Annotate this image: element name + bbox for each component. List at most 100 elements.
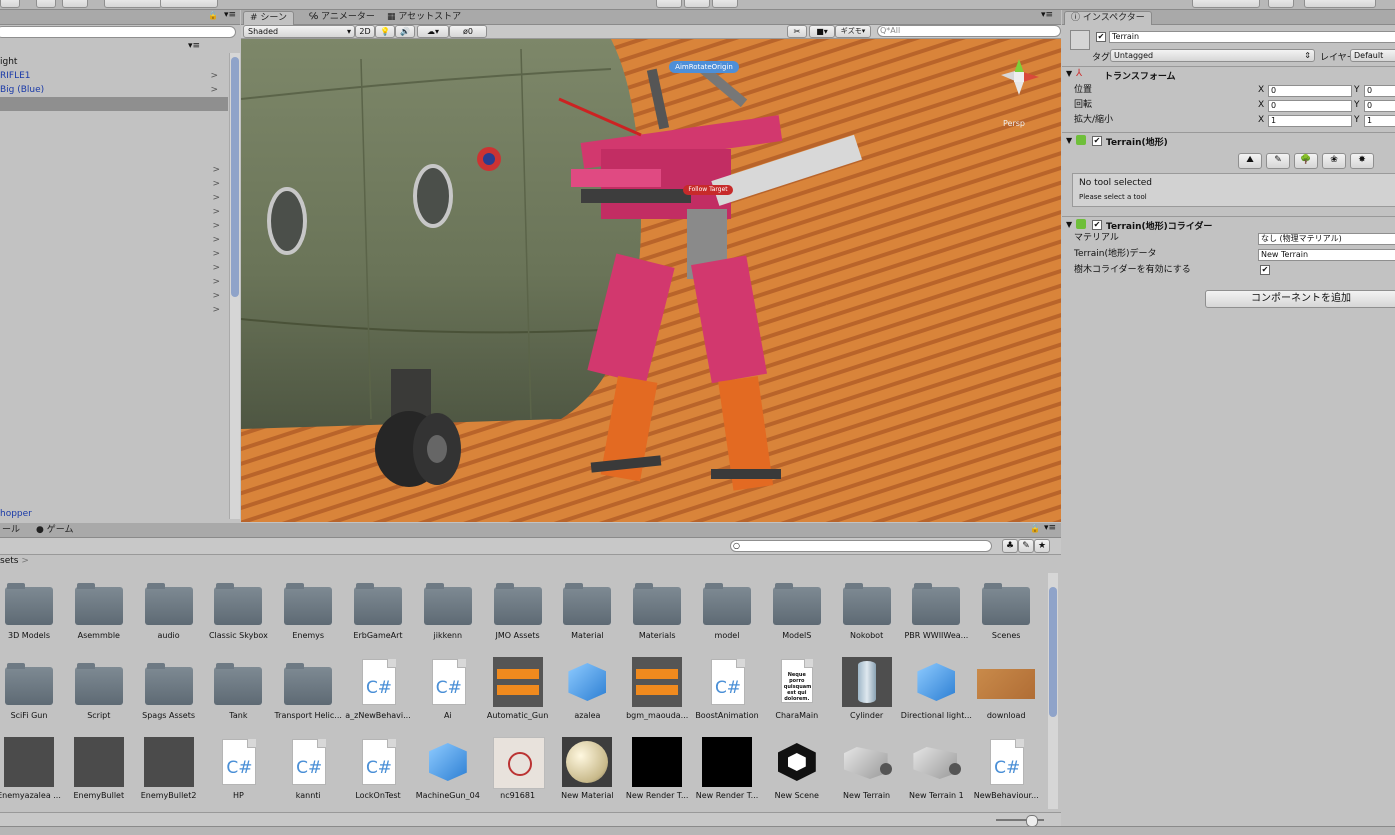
icon-size-slider[interactable] [996, 815, 1044, 826]
y-value-input[interactable]: 1 [1364, 115, 1395, 127]
x-value-input[interactable]: 0 [1268, 85, 1352, 97]
asset-item[interactable]: PBR WWIIWea... [901, 575, 971, 645]
follow-target-label[interactable]: Follow Target [683, 185, 733, 195]
pivot-button[interactable] [104, 0, 162, 8]
asset-item[interactable]: Transport Helic... [273, 655, 343, 725]
terrain-enabled-checkbox[interactable]: ✔ [1092, 136, 1102, 146]
scene-viewport[interactable]: Persp AimRotateOrigin Follow Target [241, 39, 1061, 522]
asset-item[interactable]: nc91681 [483, 735, 553, 805]
x-value-input[interactable]: 0 [1268, 100, 1352, 112]
asset-item[interactable]: Directional light... [901, 655, 972, 725]
tab-scene-0[interactable]: # シーン [243, 11, 294, 25]
hierarchy-scroll-thumb[interactable] [231, 57, 239, 297]
pause-button[interactable] [684, 0, 710, 8]
asset-item[interactable]: EnemyBullet2 [134, 735, 204, 805]
x-value-input[interactable]: 1 [1268, 115, 1352, 127]
gizmos-dropdown[interactable]: ギズモ▾ [835, 25, 871, 38]
paint-height-tool[interactable]: ✎ [1266, 153, 1290, 169]
asset-item[interactable]: New Scene [762, 735, 832, 805]
panel-menu-icon[interactable]: ▾≡ [224, 10, 236, 20]
asset-item[interactable]: Material [552, 575, 622, 645]
asset-item[interactable]: download [971, 655, 1041, 725]
asset-item[interactable]: Spags Assets [134, 655, 204, 725]
favorites-button[interactable]: ★ [1034, 539, 1050, 553]
project-scroll-thumb[interactable] [1049, 587, 1057, 717]
asset-item[interactable]: jikkenn [413, 575, 483, 645]
breadcrumb-assets[interactable]: sets [0, 556, 18, 566]
tools-icon-button[interactable]: ✂ [787, 25, 807, 38]
play-button[interactable] [656, 0, 682, 8]
chevron-right-icon[interactable]: > [212, 179, 220, 189]
hidden-objects-button[interactable]: ø0 [449, 25, 487, 38]
chevron-right-icon[interactable]: > [212, 235, 220, 245]
layer-dropdown[interactable]: Default [1350, 49, 1395, 62]
asset-item[interactable]: Automatic_Gun [483, 655, 553, 725]
rotate-tool-button[interactable] [62, 0, 88, 8]
asset-item[interactable]: New Terrain 1 [901, 735, 971, 805]
terrain-settings-tool[interactable]: ✸ [1350, 153, 1374, 169]
foldout-arrow-icon[interactable]: ▼ [1066, 136, 1072, 145]
asset-item[interactable]: bgm_maouda... [622, 655, 692, 725]
foldout-arrow-icon[interactable]: ▼ [1066, 220, 1072, 229]
asset-item[interactable]: Nokobot [832, 575, 902, 645]
hierarchy-item[interactable]: Big (Blue) > [0, 83, 228, 97]
asset-item[interactable]: model [692, 575, 762, 645]
create-dropdown[interactable]: ▾≡ [188, 41, 200, 51]
asset-item[interactable]: ModelS [762, 575, 832, 645]
collab-button[interactable] [1192, 0, 1260, 8]
asset-item[interactable]: Script [64, 655, 134, 725]
shading-mode-dropdown[interactable]: Shaded ▾ [243, 25, 355, 38]
asset-item[interactable]: SciFi Gun [0, 655, 64, 725]
tag-dropdown[interactable]: Untagged ⇕ [1110, 49, 1315, 62]
y-value-input[interactable]: 0 [1364, 100, 1395, 112]
chevron-right-icon[interactable]: > [212, 249, 220, 259]
hierarchy-item[interactable]: ight [0, 55, 228, 69]
active-checkbox[interactable]: ✔ [1096, 32, 1106, 42]
camera-dropdown[interactable]: ■▾ [809, 25, 835, 38]
asset-item[interactable]: ErbGameArt [343, 575, 413, 645]
tab-scene-1[interactable]: ℅ アニメーター [303, 11, 381, 24]
object-name-input[interactable]: Terrain [1109, 31, 1395, 43]
hierarchy-item-helicopter[interactable]: hopper [0, 507, 228, 521]
y-value-input[interactable]: 0 [1364, 85, 1395, 97]
toggle-2d-button[interactable]: 2D [355, 25, 375, 38]
asset-item[interactable]: C# kannti [273, 735, 343, 805]
asset-item[interactable]: Scenes [971, 575, 1041, 645]
chevron-right-icon[interactable]: > [212, 165, 220, 175]
asset-item[interactable]: C# BoostAnimation [692, 655, 762, 725]
panel-menu-icon[interactable]: ▾≡ [1044, 523, 1056, 533]
search-by-label-button[interactable]: ✎ [1018, 539, 1034, 553]
asset-item[interactable]: EnemyBullet [64, 735, 134, 805]
lock-icon[interactable]: 🔒 [208, 11, 218, 20]
asset-item[interactable]: C# HP [203, 735, 273, 805]
collider-value-field[interactable]: なし (物理マテリアル) [1258, 233, 1395, 245]
hierarchy-item[interactable] [0, 97, 228, 111]
global-button[interactable] [160, 0, 218, 8]
asset-item[interactable]: C# NewBehaviour... [971, 735, 1041, 805]
asset-item[interactable]: JMO Assets [483, 575, 553, 645]
asset-item[interactable]: Enemys [273, 575, 343, 645]
asset-item[interactable]: Neque porro quisquam est qui dolorem. Cha… [762, 655, 832, 725]
chevron-right-icon[interactable]: > [212, 221, 220, 231]
asset-item[interactable]: New Terrain [832, 735, 902, 805]
project-search-input[interactable]: ○ [730, 540, 992, 552]
collider-enabled-checkbox[interactable]: ✔ [1092, 220, 1102, 230]
effects-dropdown[interactable]: ☁▾ [417, 25, 449, 38]
asset-item[interactable]: audio [134, 575, 204, 645]
hierarchy-scrollbar[interactable] [229, 53, 240, 519]
tab-inspector[interactable]: ⓘ インスペクター [1064, 11, 1152, 25]
asset-item[interactable]: Cylinder [832, 655, 902, 725]
tab-project-0[interactable]: ール [0, 524, 26, 537]
chevron-right-icon[interactable]: > [212, 277, 220, 287]
panel-menu-icon[interactable]: ▾≡ [1041, 10, 1053, 20]
asset-item[interactable]: New Render T... [622, 735, 692, 805]
asset-item[interactable]: C# LockOnTest [343, 735, 413, 805]
project-scrollbar[interactable] [1048, 573, 1058, 809]
asset-item[interactable]: Tank [203, 655, 273, 725]
foldout-arrow-icon[interactable]: ▼ [1066, 69, 1072, 78]
asset-item[interactable]: MachineGun_04 [413, 735, 483, 805]
audio-toggle-button[interactable]: 🔊 [395, 25, 415, 38]
asset-item[interactable]: azalea [552, 655, 622, 725]
tab-project-1[interactable]: ● ゲーム [30, 524, 79, 537]
add-component-button[interactable]: コンポーネントを追加 [1205, 290, 1395, 308]
